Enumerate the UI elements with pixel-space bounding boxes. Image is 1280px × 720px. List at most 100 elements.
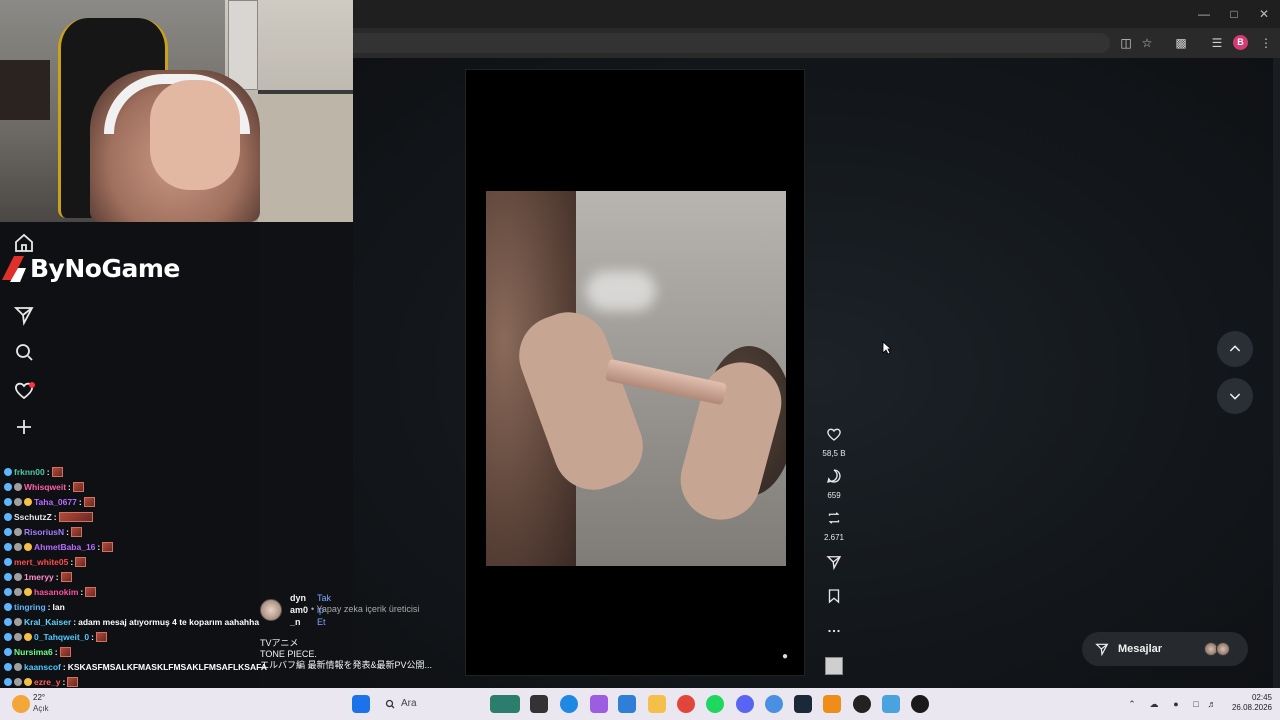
chat-username[interactable]: RisoriusN [24,527,64,537]
repost-button[interactable]: 2.671 [816,509,852,542]
edge-icon[interactable] [560,695,578,713]
author-avatar[interactable] [260,599,282,621]
post-caption[interactable]: TVアニメ TONE PIECE. エルバフ編 最新情報を発表&最新PV公開..… [260,638,460,671]
comment-button[interactable]: 659 [816,467,852,500]
media-control-icon[interactable]: ☰ [1208,34,1226,52]
chat-separator: : [62,676,66,687]
chat-username[interactable]: Nursima6 [14,647,53,657]
media-player-icon[interactable] [911,695,929,713]
chat-username[interactable]: mert_white05 [14,557,68,567]
task-view-icon[interactable] [530,695,548,713]
next-reel-button[interactable] [1217,378,1253,414]
menu-kebab-icon[interactable]: ⋮ [1257,34,1275,52]
chat-emote-icon [95,631,107,642]
plus-icon[interactable] [12,415,36,439]
chat-separator: : [97,541,101,552]
chat-username[interactable]: Whisqweit [24,482,66,492]
obs-icon[interactable] [853,695,871,713]
file-explorer-icon[interactable] [648,695,666,713]
chat-username[interactable]: SschutzZ [14,512,52,522]
chat-username[interactable]: Kral_Kaiser [24,617,71,627]
chat-username[interactable]: AhmetBaba_16 [34,542,95,552]
chat-username[interactable]: hasanokim [34,587,78,597]
ai-creator-label: • Yapay zeka içerik üreticisi [311,604,420,614]
search-icon[interactable] [12,340,36,364]
repost-count: 2.671 [823,533,845,542]
chrome-icon[interactable] [677,695,695,713]
app-icon[interactable] [882,695,900,713]
search-icon [385,699,395,709]
chat-text: lan [52,601,65,612]
chat-badge-icon [4,572,12,581]
extensions-icon[interactable]: ▩ [1172,34,1190,52]
store-icon[interactable] [618,695,636,713]
chat-badge-icon [24,497,32,506]
spotify-icon[interactable] [706,695,724,713]
like-count: 58,5 B [822,449,846,458]
chat-badge-icon [4,617,12,626]
onedrive-icon[interactable]: ☁ [1148,698,1160,710]
chat-badge-icon [24,542,32,551]
cast-icon[interactable]: ◫ [1117,34,1135,52]
like-button[interactable]: 58,5 B [816,425,852,458]
chat-badge-icon [14,617,22,626]
maximize-icon[interactable]: □ [1226,6,1242,22]
chat-username[interactable]: frknn00 [14,467,45,477]
send-icon[interactable] [12,303,36,327]
clock-time: 02:45 [1251,693,1272,702]
original-audio-thumbnail[interactable] [825,657,843,675]
profile-avatar[interactable]: B [1233,35,1248,50]
chat-username[interactable]: tingring [14,602,46,612]
minimize-icon[interactable]: — [1196,6,1212,22]
discord-icon[interactable] [736,695,754,713]
chat-message: mert_white05 : [4,554,87,569]
bookmark-icon [828,589,840,604]
chat-badge-icon [24,587,32,596]
messages-button[interactable]: Mesajlar [1082,632,1248,666]
app-icon[interactable] [765,695,783,713]
weather-icon[interactable] [12,695,30,713]
steam-icon[interactable] [794,695,812,713]
share-button[interactable] [816,553,852,576]
chevron-up-icon[interactable]: ⌃ [1126,698,1138,710]
chat-badge-icon [4,632,12,641]
chat-badge-icon [4,557,12,566]
page-scrollbar[interactable] [1273,58,1280,688]
close-icon[interactable]: ✕ [1256,6,1272,22]
chat-username[interactable]: ezre_y [34,677,60,687]
heart-outline-icon [827,428,841,441]
taskbar-search[interactable] [376,694,486,714]
address-bar[interactable] [353,33,1110,53]
cloud-app-icon[interactable] [823,695,841,713]
chat-separator: : [68,481,71,492]
chat-username[interactable]: Taha_0677 [34,497,77,507]
save-button[interactable] [816,587,852,610]
chat-message: Taha_0677 : [4,494,95,509]
chat-separator: : [78,496,82,507]
more-options-button[interactable] [816,622,852,645]
chat-message: RisoriusN : [4,524,82,539]
chat-username[interactable]: kaanscof [24,662,61,672]
previous-reel-button[interactable] [1217,331,1253,367]
taskbar-clock[interactable]: 02:45 26.08.2026 [1216,693,1272,713]
volume-icon[interactable]: ● [777,649,793,665]
more-dots-icon [828,629,840,633]
network-icon[interactable]: □ [1190,698,1202,710]
widgets-icon[interactable] [490,695,520,713]
bookmark-star-icon[interactable]: ☆ [1138,34,1156,52]
chat-emote-icon [102,541,114,552]
reel-video-frame[interactable] [486,191,786,566]
chat-emote-icon [75,556,87,567]
chat-separator: : [55,571,59,582]
chat-username[interactable]: 1meryy [24,572,54,582]
chat-username[interactable]: 0_Tahqweit_0 [34,632,89,642]
copilot-icon[interactable] [590,695,608,713]
chat-emote-icon [58,511,93,522]
microphone-icon[interactable]: ● [1170,698,1182,710]
start-icon[interactable] [352,695,370,713]
chat-emote-icon [51,466,63,477]
send-icon [826,556,842,571]
chevron-down-icon [1229,393,1241,400]
chat-badge-icon [4,542,12,551]
author-name[interactable]: dynam0_n [290,592,308,628]
